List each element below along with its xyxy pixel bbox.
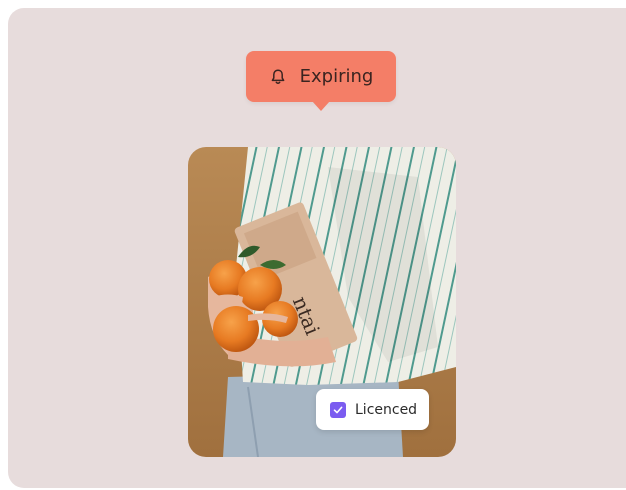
licenced-label: Licenced (355, 401, 418, 418)
licenced-badge[interactable]: Licenced (316, 389, 429, 430)
checkbox-checked-icon[interactable] (330, 401, 346, 418)
expiring-tooltip: Expiring (246, 51, 396, 111)
bell-icon (269, 68, 287, 86)
tooltip-tail (312, 101, 330, 111)
tooltip-label: Expiring (299, 66, 374, 87)
